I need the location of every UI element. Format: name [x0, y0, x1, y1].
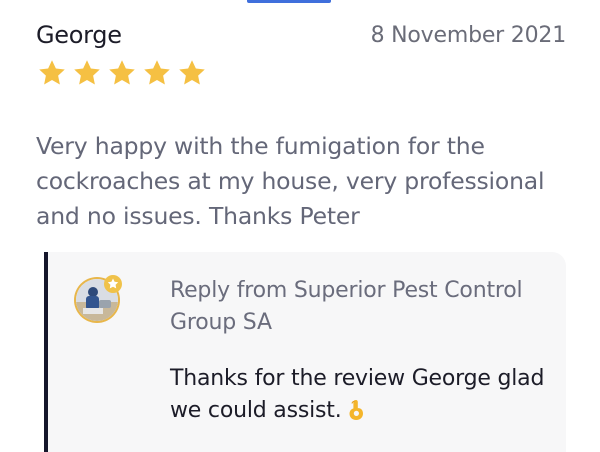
- ok-hand-emoji-icon: [349, 400, 363, 420]
- reply-header: Reply from Superior Pest Control Group S…: [170, 278, 523, 335]
- star-icon: [39, 60, 65, 85]
- review-text: Very happy with the fumigation for the c…: [36, 132, 545, 230]
- review-card: George 8 November 2021 Very happy with t…: [0, 0, 600, 452]
- business-reply: Reply from Superior Pest Control Group S…: [44, 252, 566, 452]
- review-date: 8 November 2021: [370, 23, 567, 48]
- star-icon: [179, 60, 205, 85]
- star-icon: [74, 60, 100, 85]
- star-icon: [109, 60, 135, 85]
- star-icon: [144, 60, 170, 85]
- reviewer-name: George: [36, 21, 122, 49]
- business-avatar-icon: [74, 275, 122, 323]
- star-rating: [36, 58, 208, 88]
- reply-text-block: Thanks for the review George glad we cou…: [170, 363, 560, 427]
- tab-indicator: [247, 0, 331, 3]
- reply-accent-bar: [44, 252, 48, 452]
